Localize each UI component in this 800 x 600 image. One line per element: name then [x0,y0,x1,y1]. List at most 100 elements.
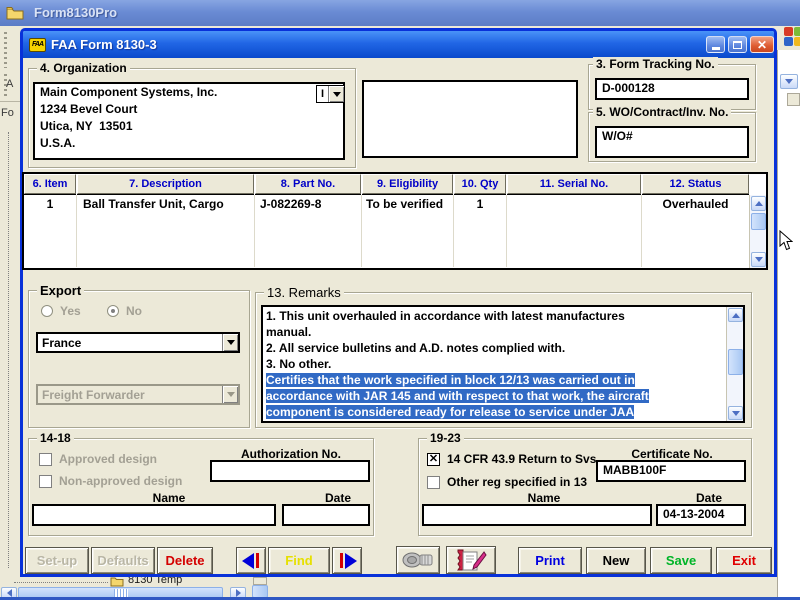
authorization-no-label: Authorization No. [211,447,371,461]
cfr-return-checkbox[interactable] [427,453,440,466]
cell-status[interactable]: Overhauled [642,197,749,211]
name-field-19-23[interactable] [422,504,652,526]
setup-button: Set-up [25,547,89,574]
export-yes-radio[interactable] [41,305,53,317]
previous-record-button[interactable] [236,547,266,574]
dialog-title: FAA Form 8130-3 [51,37,157,52]
dialog-minimize-button[interactable] [706,36,725,53]
table-scroll-thumb[interactable] [751,213,766,230]
organization-field[interactable]: Main Component Systems, Inc. 1234 Bevel … [33,82,345,160]
col-header-qty[interactable]: 10. Qty [454,174,506,194]
cell-item[interactable]: 1 [24,197,76,211]
cell-description[interactable]: Ball Transfer Unit, Cargo [83,197,224,211]
chevron-down-icon [785,79,793,84]
delete-button[interactable]: Delete [157,547,213,574]
chevron-right-icon [236,589,241,597]
find-button[interactable]: Find [268,547,330,574]
name-label: Name [69,491,269,505]
windows-logo-icon [784,27,800,47]
other-reg-label: Other reg specified in 13 [447,475,587,489]
cell-eligibility[interactable]: To be verified [366,197,443,211]
certificate-no-field[interactable]: MABB100F [596,460,746,482]
organization-line: Main Component Systems, Inc. [35,84,343,101]
organization-line: 1234 Bevel Court [35,101,343,118]
secondary-organization-field[interactable] [362,80,578,158]
print-button[interactable]: Print [518,547,582,574]
export-country-dropdown[interactable]: France [36,332,240,353]
folder-icon [6,5,24,21]
organization-line: U.S.A. [35,135,343,152]
organization-selector-value: I [317,88,328,100]
sign-button[interactable] [446,546,496,574]
date-field-19-23[interactable]: 04-13-2004 [656,504,746,526]
panel-divider [0,101,20,102]
panel-scroll-down-button[interactable] [780,74,798,89]
export-group: Export Yes No [28,290,250,428]
chevron-down-icon [333,92,341,97]
table-scroll-up-button[interactable] [751,196,766,211]
authorization-no-field[interactable] [210,460,370,482]
remarks-scroll-down-button[interactable] [728,406,743,420]
arrow-left-icon [242,553,254,569]
date-field-14-18[interactable] [282,504,370,526]
remarks-scroll-thumb[interactable] [728,349,743,375]
stop-bar-icon [256,553,259,568]
remarks-scroll-up-button[interactable] [728,308,743,322]
cell-part-no[interactable]: J-082269-8 [260,197,321,211]
form-tracking-field[interactable]: D-000128 [595,78,749,100]
dialog-close-button[interactable]: ✕ [750,36,774,53]
col-header-description[interactable]: 7. Description [77,174,254,194]
dropdown-button[interactable] [222,334,238,351]
save-button[interactable]: Save [650,547,712,574]
name-field-14-18[interactable] [32,504,276,526]
chevron-left-icon [7,589,12,597]
remarks-line: 3. No other. [263,356,725,372]
cell-qty[interactable]: 1 [454,197,506,211]
export-no-label: No [126,304,142,318]
right-panel [777,50,800,597]
col-header-status[interactable]: 12. Status [642,174,749,194]
exit-button[interactable]: Exit [716,547,772,574]
arrow-right-icon [345,553,357,569]
col-header-serial-no[interactable]: 11. Serial No. [507,174,641,194]
app-title: Form8130Pro [34,5,117,20]
non-approved-design-checkbox[interactable] [39,475,52,488]
minimize-icon [712,47,720,50]
col-header-item[interactable]: 6. Item [24,174,76,194]
remarks-line: 2. All service bulletins and A.D. notes … [263,340,725,356]
left-panel-partial-label: A [6,78,13,90]
stop-bar-icon [340,553,343,568]
toolbar-grip [4,32,7,68]
col-header-eligibility[interactable]: 9. Eligibility [362,174,453,194]
organization-label: 4. Organization [37,61,130,75]
bolt-tool-button[interactable] [396,546,440,574]
cfr-return-label: 14 CFR 43.9 Return to Svs [447,452,596,466]
organization-selector[interactable]: I [316,85,345,103]
block-14-18-label: 14-18 [37,431,74,445]
remarks-scrollbar[interactable] [726,307,743,421]
export-no-radio[interactable] [107,305,119,317]
remarks-textarea[interactable]: 1. This unit overhauled in accordance wi… [261,305,745,423]
approved-design-checkbox[interactable] [39,453,52,466]
col-header-part-no[interactable]: 8. Part No. [255,174,361,194]
block-19-23-label: 19-23 [427,431,464,445]
dialog-maximize-button[interactable] [728,36,747,53]
form-tracking-value: D-000128 [597,80,747,97]
remarks-line-selected: accordance with JAR 145 and with respect… [263,388,725,404]
wo-contract-field[interactable]: W/O# [595,126,749,158]
export-country-value: France [38,336,222,350]
vscroll-fragment [253,577,267,585]
dropdown-button[interactable] [328,86,344,102]
remarks-line-selected: Certifies that the work specified in blo… [263,372,725,388]
other-reg-checkbox[interactable] [427,476,440,489]
remarks-line: manual. [263,324,725,340]
table-scrollbar[interactable] [749,195,766,268]
remarks-label: 13. Remarks [264,285,344,300]
dropdown-button [222,386,238,403]
bolt-icon [402,550,434,570]
freight-forwarder-value: Freight Forwarder [38,388,222,402]
tree-connector-line [8,132,9,568]
table-scroll-down-button[interactable] [751,252,766,267]
next-record-button[interactable] [332,547,362,574]
new-button[interactable]: New [586,547,646,574]
